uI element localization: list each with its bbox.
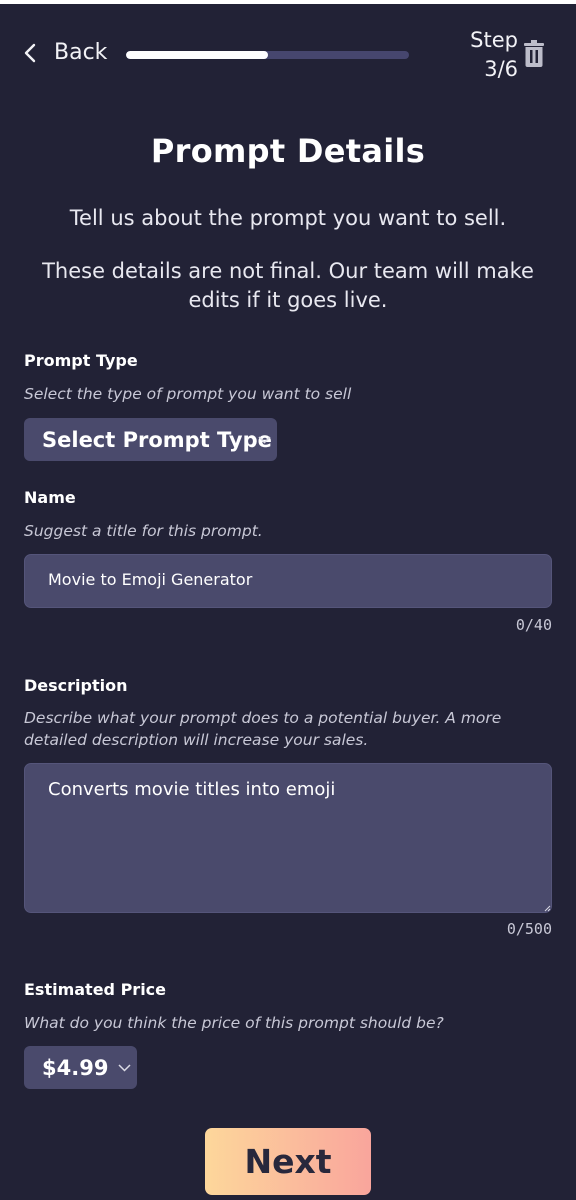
back-label: Back [54,40,108,65]
header: Back Step 3/6 [0,4,576,84]
name-label: Name [24,488,76,507]
name-input-value: Movie to Emoji Generator [48,570,253,589]
name-hint: Suggest a title for this prompt. [24,522,263,540]
step-indicator: Step 3/6 [456,26,518,84]
next-button[interactable]: Next [205,1128,371,1195]
disclaimer-text: These details are not final. Our team wi… [42,259,534,312]
price-value: $4.99 [42,1055,109,1080]
description-textarea-value: Converts movie titles into emoji [48,779,336,800]
prompt-type-select[interactable]: Select Prompt Type [24,418,277,461]
page-title: Prompt Details [150,132,426,170]
resize-handle-icon[interactable] [543,904,551,912]
price-label: Estimated Price [24,980,167,999]
prompt-type-label: Prompt Type [24,351,138,370]
name-counter: 0/40 [515,616,552,634]
name-input[interactable]: Movie to Emoji Generator [24,554,552,608]
back-button[interactable]: Back [22,40,107,65]
chevron-left-icon [24,43,36,62]
trash-icon[interactable] [523,40,545,68]
prompt-type-value: Select Prompt Type [42,427,272,452]
description-hint: Describe what your prompt does to a pote… [24,709,502,749]
step-label: Step [470,28,518,52]
description-textarea[interactable]: Converts movie titles into emoji [24,763,552,913]
price-select[interactable]: $4.99 [24,1046,137,1089]
prompt-type-hint: Select the type of prompt you want to se… [24,385,352,403]
chevron-down-icon [118,1064,131,1072]
chevron-down-icon [258,436,271,444]
description-label: Description [24,676,128,695]
description-counter: 0/500 [506,920,552,938]
intro-text: Tell us about the prompt you want to sel… [69,206,507,230]
step-value: 3/6 [484,57,518,81]
price-hint: What do you think the price of this prom… [24,1014,444,1032]
progress-fill [126,51,268,59]
progress-bar [126,51,409,59]
